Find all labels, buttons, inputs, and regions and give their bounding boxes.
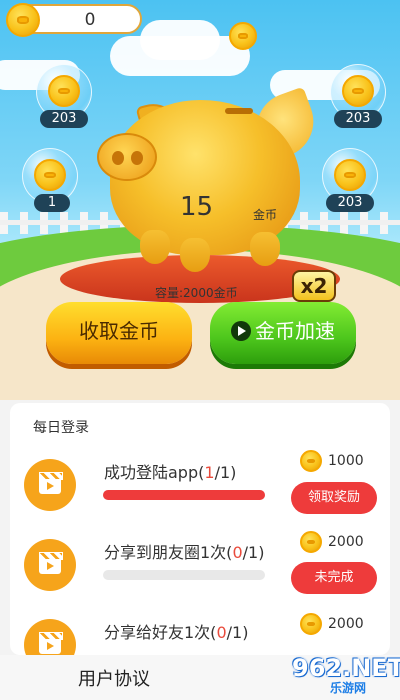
- pig-capacity: 容量:2000金币: [155, 286, 238, 300]
- task-2-progress: [103, 570, 265, 580]
- task-2-done: 0: [232, 543, 243, 562]
- reward-coin-icon: [300, 531, 322, 553]
- floating-coin-icon[interactable]: [229, 22, 257, 50]
- multiplier-badge[interactable]: x2: [292, 270, 336, 302]
- cloud: [140, 20, 220, 60]
- task-1-progress-fill: [103, 490, 265, 500]
- incomplete-button[interactable]: 未完成: [291, 562, 377, 594]
- task-1-reward: 1000: [328, 453, 364, 469]
- watermark-brand: 962.NET: [292, 654, 400, 682]
- pig-coin-unit: 金币: [253, 208, 278, 222]
- coin-bubble-2-value: 203: [334, 110, 382, 128]
- video-clapper-icon: [24, 459, 76, 511]
- pig-coin-count: 15: [180, 192, 214, 222]
- coin-icon: [342, 75, 374, 107]
- play-icon: [231, 321, 251, 341]
- collect-coins-button[interactable]: 收取金币: [46, 302, 192, 364]
- pig-coin-slot: [225, 108, 253, 114]
- task-1-name: 成功登陆app(1/1): [104, 463, 237, 482]
- coin-balance-value: 0: [84, 10, 96, 30]
- coin-icon: [34, 159, 66, 191]
- task-3-reward: 2000: [328, 616, 364, 632]
- task-2-name: 分享到朋友圈1次(0/1): [104, 543, 265, 562]
- coin-icon: [6, 3, 40, 37]
- task-1-progress: [103, 490, 265, 500]
- daily-tasks-card: 每日登录 成功登陆app(1/1) 1000 领取奖励 分享到朋友圈1次(0/1…: [10, 403, 390, 655]
- claim-reward-button[interactable]: 领取奖励: [291, 482, 377, 514]
- task-1-done: 1: [204, 463, 215, 482]
- coin-bubble-1-value: 203: [40, 110, 88, 128]
- watermark-sub: 乐游网: [330, 681, 367, 695]
- reward-coin-icon: [300, 613, 322, 635]
- task-3-done: 0: [216, 623, 227, 642]
- user-agreement-link[interactable]: 用户协议: [78, 665, 150, 691]
- video-clapper-icon: [24, 539, 76, 591]
- daily-tasks-title: 每日登录: [33, 420, 89, 436]
- task-3-name: 分享给好友1次(0/1): [104, 623, 249, 642]
- pig-leg: [180, 238, 210, 272]
- pig-leg: [250, 232, 280, 266]
- task-2-reward: 2000: [328, 534, 364, 550]
- speed-up-label: 金币加速: [255, 319, 335, 343]
- coin-icon: [48, 75, 80, 107]
- watermark: 962.NET 乐游网: [292, 654, 400, 698]
- pig-snout: [97, 133, 157, 181]
- video-clapper-icon: [24, 619, 76, 655]
- reward-coin-icon: [300, 450, 322, 472]
- coin-icon: [334, 159, 366, 191]
- coin-balance-pill: 0: [6, 3, 142, 37]
- collect-coins-label: 收取金币: [79, 319, 159, 343]
- pig-leg: [140, 230, 170, 264]
- speed-up-button[interactable]: 金币加速: [210, 302, 356, 364]
- coin-bubble-4-value: 203: [326, 194, 374, 212]
- coin-bubble-3-value: 1: [34, 194, 70, 212]
